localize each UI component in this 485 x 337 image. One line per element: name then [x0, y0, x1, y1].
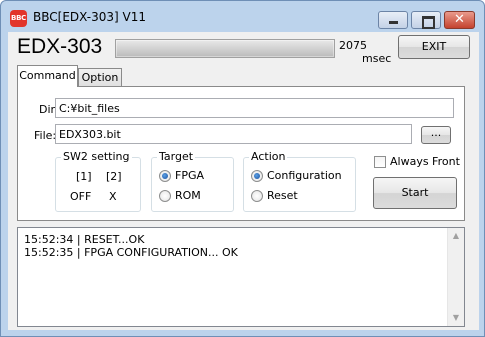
- action-title: Action: [249, 150, 288, 163]
- action-configuration-radio[interactable]: [251, 170, 263, 182]
- elapsed-time-value: 2075: [339, 39, 367, 52]
- minimize-button[interactable]: [378, 11, 408, 29]
- title-bar[interactable]: BBC BBC[EDX-303] V11 ✕: [1, 1, 484, 35]
- close-icon: ✕: [454, 12, 465, 27]
- log-scrollbar[interactable]: ▲ ▼: [447, 228, 464, 326]
- progress-bar: [115, 39, 335, 58]
- sw2-setting-group: SW2 setting [1] [2] OFF X: [55, 150, 141, 212]
- sw2-header-1: [1]: [76, 170, 92, 183]
- log-lines: 15:52:34 | RESET...OK 15:52:35 | FPGA CO…: [24, 233, 238, 259]
- action-configuration-label: Configuration: [267, 169, 342, 182]
- log-line: 15:52:34 | RESET...OK: [24, 233, 145, 246]
- app-icon: BBC: [10, 10, 27, 27]
- sw2-value-2: X: [109, 190, 117, 203]
- scroll-down-icon[interactable]: ▼: [448, 310, 464, 326]
- minimize-icon: [379, 12, 407, 28]
- target-group: Target FPGA ROM: [151, 150, 234, 212]
- always-front-label: Always Front: [390, 155, 460, 168]
- action-reset-label: Reset: [267, 189, 298, 202]
- progress-fill: [117, 41, 333, 56]
- device-name: EDX-303: [17, 35, 103, 58]
- target-fpga-radio[interactable]: [159, 170, 171, 182]
- target-fpga-label: FPGA: [175, 169, 205, 182]
- maximize-icon: [412, 12, 440, 29]
- target-rom-label: ROM: [175, 189, 201, 202]
- browse-button[interactable]: ...: [421, 126, 451, 144]
- exit-button[interactable]: EXIT: [398, 35, 470, 59]
- scroll-up-icon[interactable]: ▲: [448, 228, 464, 244]
- command-panel: Dir: C:¥bit_files File: EDX303.bit ... S…: [17, 86, 465, 221]
- sw2-value-1: OFF: [70, 190, 92, 203]
- window-title: BBC[EDX-303] V11: [33, 10, 146, 24]
- target-rom-radio[interactable]: [159, 190, 171, 202]
- tab-option[interactable]: Option: [78, 68, 122, 87]
- tab-command[interactable]: Command: [17, 65, 78, 87]
- log-line: 15:52:35 | FPGA CONFIGURATION... OK: [24, 246, 238, 259]
- close-button[interactable]: ✕: [444, 11, 475, 29]
- maximize-button[interactable]: [411, 11, 441, 29]
- sw2-setting-title: SW2 setting: [61, 150, 132, 163]
- main-window: BBC BBC[EDX-303] V11 ✕ EDX-303 2075 msec…: [0, 0, 485, 337]
- always-front-checkbox[interactable]: [374, 156, 386, 168]
- log-box[interactable]: 15:52:34 | RESET...OK 15:52:35 | FPGA CO…: [17, 227, 465, 327]
- start-button[interactable]: Start: [373, 177, 457, 209]
- client-area: EDX-303 2075 msec EXIT Command Option Di…: [8, 32, 479, 330]
- file-label: File:: [34, 129, 57, 142]
- action-group: Action Configuration Reset: [243, 150, 356, 212]
- action-reset-radio[interactable]: [251, 190, 263, 202]
- target-title: Target: [157, 150, 196, 163]
- sw2-header-2: [2]: [106, 170, 122, 183]
- file-field[interactable]: EDX303.bit: [55, 124, 412, 144]
- elapsed-time-unit: msec: [362, 52, 392, 65]
- dir-field[interactable]: C:¥bit_files: [55, 98, 454, 118]
